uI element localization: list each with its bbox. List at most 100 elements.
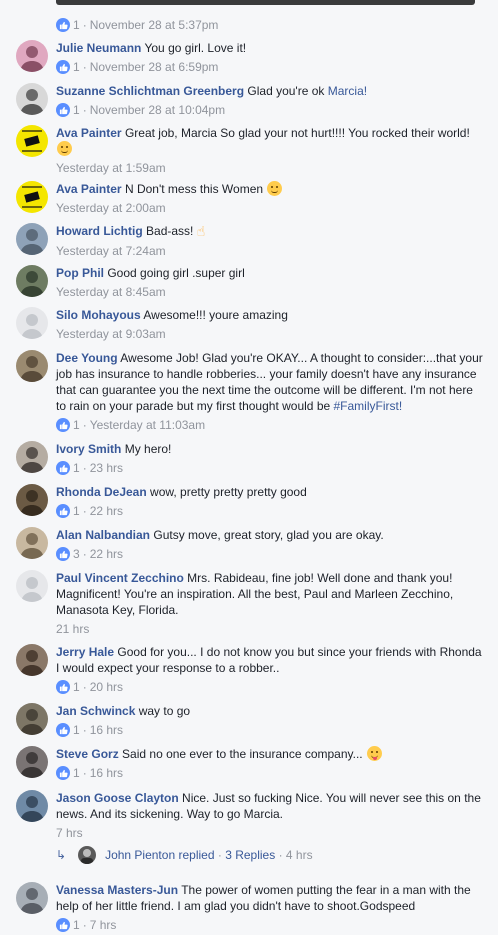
avatar[interactable] (16, 882, 48, 914)
like-reaction-icon[interactable] (56, 547, 70, 561)
comment-timestamp[interactable]: Yesterday at 9:03am (56, 326, 166, 342)
comment-text: Bad-ass! (146, 224, 194, 238)
comment-meta: Yesterday at 7:24am (56, 243, 486, 259)
comment-timestamp[interactable]: 7 hrs (56, 825, 83, 841)
like-reaction-icon[interactable] (56, 18, 70, 32)
avatar[interactable] (16, 441, 48, 473)
comment-body: Jan Schwinck way to go (56, 703, 486, 719)
comment-author[interactable]: Howard Lichtig (56, 224, 143, 238)
like-count[interactable]: 1 (73, 417, 80, 433)
avatar[interactable] (16, 644, 48, 676)
comment-timestamp[interactable]: November 28 at 5:37pm (90, 17, 219, 33)
previous-comment-meta: 1 · November 28 at 5:37pm (56, 17, 218, 33)
like-reaction-icon[interactable] (56, 461, 70, 475)
comment-author[interactable]: Jerry Hale (56, 645, 114, 659)
view-replies-link[interactable]: ↳ John Pienton replied · 3 Replies · 4 h… (56, 846, 313, 864)
reply-author[interactable]: John Pienton (105, 848, 175, 862)
avatar[interactable] (16, 181, 48, 213)
avatar[interactable] (16, 790, 48, 822)
wink-emoji-icon (57, 141, 72, 156)
hashtag-link[interactable]: #FamilyFirst! (334, 399, 403, 413)
comment-author[interactable]: Ivory Smith (56, 442, 121, 456)
comment-meta: Yesterday at 2:00am (56, 200, 486, 216)
comment-timestamp[interactable]: 22 hrs (90, 503, 123, 519)
comment-author[interactable]: Ava Painter (56, 126, 122, 140)
avatar[interactable] (16, 570, 48, 602)
like-reaction-icon[interactable] (56, 504, 70, 518)
like-reaction-icon[interactable] (56, 918, 70, 932)
comment-body: Steve Gorz Said no one ever to the insur… (56, 746, 486, 762)
like-reaction-icon[interactable] (56, 680, 70, 694)
comment-timestamp[interactable]: Yesterday at 11:03am (90, 417, 205, 433)
avatar[interactable] (16, 125, 48, 157)
avatar[interactable] (78, 846, 97, 864)
comment-author[interactable]: Julie Neumann (56, 41, 141, 55)
avatar[interactable] (16, 484, 48, 516)
comment-body: Paul Vincent Zecchino Mrs. Rabideau, fin… (56, 570, 486, 618)
comment-author[interactable]: Steve Gorz (56, 747, 119, 761)
separator: · (82, 547, 87, 561)
comment-meta: 1 · 7 hrs (56, 917, 486, 933)
reply-arrow-icon: ↳ (56, 848, 67, 862)
like-count[interactable]: 1 (73, 460, 80, 476)
separator: · (82, 504, 87, 518)
like-count[interactable]: 1 (73, 722, 80, 738)
like-count[interactable]: 1 (73, 59, 80, 75)
like-reaction-icon[interactable] (56, 103, 70, 117)
comment-timestamp[interactable]: 16 hrs (90, 722, 123, 738)
like-count[interactable]: 1 (73, 102, 80, 118)
comment-body: Pop Phil Good going girl .super girl (56, 265, 486, 281)
avatar[interactable] (16, 307, 48, 339)
like-count[interactable]: 1 (73, 679, 80, 695)
avatar[interactable] (16, 83, 48, 115)
comment-text: Good going girl .super girl (107, 266, 245, 280)
comment-timestamp[interactable]: 21 hrs (56, 621, 89, 637)
comment-author[interactable]: Dee Young (56, 351, 118, 365)
comment-timestamp[interactable]: 20 hrs (90, 679, 123, 695)
comment-timestamp[interactable]: 16 hrs (90, 765, 123, 781)
avatar[interactable] (16, 703, 48, 735)
separator: · (82, 680, 87, 694)
comment-author[interactable]: Vanessa Masters-Jun (56, 883, 178, 897)
like-reaction-icon[interactable] (56, 60, 70, 74)
avatar[interactable] (16, 350, 48, 382)
comment-author[interactable]: Pop Phil (56, 266, 104, 280)
comment-text: Said no one ever to the insurance compan… (122, 747, 363, 761)
comment-author[interactable]: Alan Nalbandian (56, 528, 150, 542)
post-image-bottom-edge (56, 0, 475, 5)
comment-author[interactable]: Jan Schwinck (56, 704, 135, 718)
comment-timestamp[interactable]: Yesterday at 2:00am (56, 200, 166, 216)
comment-timestamp[interactable]: Yesterday at 8:45am (56, 284, 166, 300)
like-count[interactable]: 1 (73, 765, 80, 781)
comment-timestamp[interactable]: Yesterday at 7:24am (56, 243, 166, 259)
avatar[interactable] (16, 746, 48, 778)
comment-meta: Yesterday at 8:45am (56, 284, 486, 300)
comment-author[interactable]: Suzanne Schlichtman Greenberg (56, 84, 244, 98)
like-count[interactable]: 3 (73, 546, 80, 562)
like-reaction-icon[interactable] (56, 766, 70, 780)
avatar[interactable] (16, 265, 48, 297)
comment-timestamp[interactable]: November 28 at 6:59pm (90, 59, 219, 75)
comment-timestamp[interactable]: Yesterday at 1:59am (56, 160, 166, 176)
comment-timestamp[interactable]: 22 hrs (90, 546, 123, 562)
comment-author[interactable]: Jason Goose Clayton (56, 791, 179, 805)
comment-meta: 7 hrs (56, 825, 486, 841)
reply-count[interactable]: 3 Replies (225, 848, 275, 862)
like-count[interactable]: 1 (73, 17, 80, 33)
like-count[interactable]: 1 (73, 503, 80, 519)
mention-link[interactable]: Marcia! (328, 84, 367, 98)
comment-timestamp[interactable]: November 28 at 10:04pm (90, 102, 225, 118)
like-reaction-icon[interactable] (56, 723, 70, 737)
comment-author[interactable]: Ava Painter (56, 182, 122, 196)
comment-author[interactable]: Paul Vincent Zecchino (56, 571, 184, 585)
comment-timestamp[interactable]: 7 hrs (90, 917, 117, 933)
comment-timestamp[interactable]: 23 hrs (90, 460, 123, 476)
avatar[interactable] (16, 527, 48, 559)
comment-author[interactable]: Silo Mohayous (56, 308, 141, 322)
avatar[interactable] (16, 40, 48, 72)
comment-author[interactable]: Rhonda DeJean (56, 485, 147, 499)
like-count[interactable]: 1 (73, 917, 80, 933)
like-reaction-icon[interactable] (56, 418, 70, 432)
comment-meta: 1 · 23 hrs (56, 460, 486, 476)
avatar[interactable] (16, 223, 48, 255)
